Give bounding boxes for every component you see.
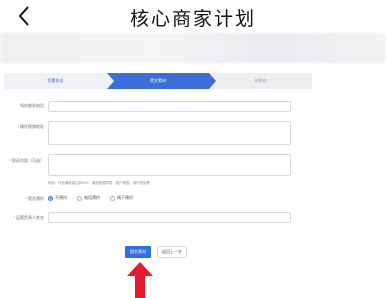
- video-url-input[interactable]: [48, 121, 291, 145]
- step-pending-review: 待审核: [209, 73, 313, 89]
- phone-input[interactable]: [48, 101, 291, 112]
- radio-dot: [77, 195, 82, 201]
- radio-option-offline[interactable]: 线下预约: [110, 195, 133, 201]
- appointment-radio-group: 不预约 电话预约 线下预约: [48, 195, 133, 201]
- radio-option-none[interactable]: 不预约: [48, 195, 67, 201]
- step-label: 提交素材: [150, 78, 166, 83]
- complaint-hint: 例如：作品播放量达到XXX，播放数据异常，账户原因，请尽快处理: [48, 181, 150, 185]
- page-title: 核心商家计划: [129, 8, 256, 30]
- complaint-label: *投诉内容（可选）: [9, 158, 44, 163]
- complaint-textarea[interactable]: [48, 154, 291, 176]
- radio-dot: [110, 195, 115, 201]
- step-arrow: [209, 73, 217, 89]
- step-label: 待审核: [254, 78, 267, 83]
- submit-material-button[interactable]: 提交素材: [125, 246, 151, 258]
- phone-label: 所在联系电话: [20, 103, 44, 108]
- radio-dot: [48, 195, 53, 201]
- video-label: *操作视频地址: [17, 124, 44, 129]
- blurred-banner: [0, 33, 386, 63]
- top-bar: 核心商家计划: [0, 0, 386, 32]
- step-sign-agreement: 签署协议: [4, 73, 114, 89]
- manager-name-input[interactable]: [48, 212, 291, 223]
- step-submit-material: 提交素材: [106, 73, 217, 89]
- step-label: 签署协议: [47, 78, 64, 83]
- appointment-label: *是否预约: [25, 196, 44, 201]
- manager-label: *运营负责人姓名: [13, 215, 44, 220]
- step-progress: 签署协议 提交素材 待审核: [4, 73, 313, 89]
- step-arrow: [106, 73, 114, 89]
- radio-option-phone[interactable]: 电话预约: [77, 195, 100, 201]
- red-arrow-annotation-icon: [127, 262, 153, 298]
- back-step-button[interactable]: 返回上一步: [157, 246, 187, 258]
